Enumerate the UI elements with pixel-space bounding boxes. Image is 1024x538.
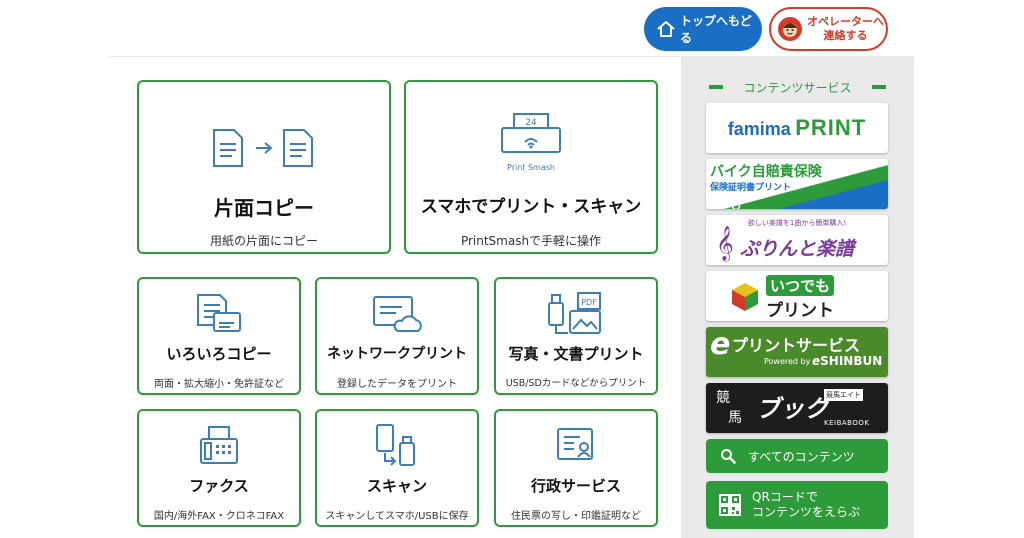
tile-subtitle: 住民票の写し・印鑑証明など (511, 511, 641, 522)
search-icon (720, 448, 736, 464)
various-copy-tile[interactable]: いろいろコピー 両面・拡大縮小・免許証など (137, 277, 301, 395)
bike-insurance-banner[interactable]: バイク自賠責保険 保険証明書プリント (706, 159, 888, 209)
service-menu: 片面コピー 用紙の片面にコピー 24 Print Smash スマホでプリント・… (110, 57, 680, 538)
famima-print-banner[interactable]: famima PRINT (706, 103, 888, 153)
kiosk-screen: トップへもどる オペレーターへ 連絡する 片面コピー 用紙の片面にコピー 24 … (0, 0, 1024, 538)
tile-title: 片面コピー (214, 196, 314, 220)
tile-subtitle: スキャンしてスマホ/USBに保存 (325, 511, 469, 522)
print-sheet-music-banner[interactable]: 欲しい楽譜を1曲から簡単購入! 𝄞 ぷりんと楽譜 (706, 215, 888, 265)
famima-print-logo: famima PRINT (706, 115, 888, 141)
sidebar-heading: コンテンツサービス (681, 77, 914, 97)
photo-document-print-tile[interactable]: PDF 写真・文書プリント USB/SDカードなどからプリント (494, 277, 658, 395)
usb-pdf-icon: PDF (546, 291, 606, 337)
motorbike-icon (712, 195, 742, 209)
e-print-powered-by: Powered by (764, 357, 811, 366)
printsmash-icon-label: Print Smash (507, 163, 555, 172)
bike-insurance-subtitle: 保険証明書プリント (710, 183, 792, 193)
e-shinbun-logo: eSHINBUN (812, 354, 882, 368)
itsudemo-line1: いつでも (766, 275, 835, 296)
scan-tile[interactable]: スキャン スキャンしてスマホ/USBに保存 (315, 409, 479, 527)
operator-icon (777, 16, 803, 42)
all-contents-label: すべてのコンテンツ (748, 449, 855, 464)
header-bar: トップへもどる オペレーターへ 連絡する (110, 0, 914, 57)
heading-bar (871, 85, 886, 89)
contact-operator-label: オペレーターへ 連絡する (807, 15, 884, 42)
home-button[interactable]: トップへもどる (644, 7, 762, 51)
smartphone-print-scan-tile[interactable]: 24 Print Smash スマホでプリント・スキャン PrintSmashで… (404, 80, 658, 254)
itsudemo-print-banner[interactable]: いつでも プリント (706, 271, 888, 321)
tile-title: ネットワークプリント (327, 346, 467, 362)
network-print-tile[interactable]: ネットワークプリント 登録したデータをプリント (315, 277, 479, 395)
tile-title: 写真・文書プリント (508, 345, 644, 363)
keiba-kanji-2: 馬 (728, 410, 742, 426)
home-button-label: トップへもどる (680, 14, 752, 45)
e-shinbun-text: SHINBUN (820, 354, 883, 368)
cloud-document-icon (370, 293, 424, 335)
keiba-book-banner[interactable]: 競 馬 ブック 競馬エイト KEIBABOOK (706, 383, 888, 433)
pdf-label: PDF (581, 298, 597, 307)
colorful-cube-icon (730, 281, 760, 313)
famima-logo-text: famima (727, 119, 791, 139)
tile-subtitle: 国内/海外FAX・クロネコFAX (153, 511, 285, 522)
contact-operator-button[interactable]: オペレーターへ 連絡する (769, 7, 888, 51)
home-icon (656, 19, 676, 39)
bike-insurance-title: バイク自賠責保険 (710, 164, 822, 180)
e-print-title: プリントサービス (732, 336, 861, 355)
tile-subtitle: USB/SDカードなどからプリント (505, 378, 647, 389)
single-side-copy-tile[interactable]: 片面コピー 用紙の片面にコピー (137, 80, 391, 254)
printsmash-icon-number: 24 (525, 118, 537, 128)
copy-arrow-icon (204, 126, 324, 170)
printsmash-icon: 24 Print Smash (496, 112, 566, 178)
keiba-book-title: ブック (756, 394, 828, 423)
sheet-music-title: ぷりんと楽譜 (740, 238, 855, 260)
e-shinbun-e: e (812, 354, 821, 368)
keiba-book-sub: KEIBABOOK (824, 419, 870, 427)
tile-subtitle: 用紙の片面にコピー (209, 234, 318, 248)
content-service-sidebar: コンテンツサービス famima PRINT バイク自賠責保険 保険証明書プリン… (681, 57, 914, 538)
fax-tile[interactable]: ファクス 国内/海外FAX・クロネコFAX (137, 409, 301, 527)
e-print-service-banner[interactable]: e プリントサービス Powered by eSHINBUN (706, 327, 888, 377)
all-contents-button[interactable]: すべてのコンテンツ (706, 439, 888, 473)
administrative-service-tile[interactable]: 行政サービス 住民票の写し・印鑑証明など (494, 409, 658, 527)
heading-bar (709, 85, 724, 89)
tile-subtitle: 登録したデータをプリント (337, 379, 457, 390)
tile-title: いろいろコピー (166, 345, 272, 363)
sidebar-heading-text: コンテンツサービス (743, 80, 852, 95)
fax-machine-icon (197, 425, 241, 467)
itsudemo-line2: プリント (766, 301, 834, 321)
tile-title: スマホでプリント・スキャン (420, 197, 642, 217)
keiba-kanji-1: 競 (716, 390, 730, 406)
certificate-icon (554, 425, 598, 467)
qr-select-button[interactable]: QRコードで コンテンツをえらぶ (706, 481, 888, 529)
tile-subtitle: 両面・拡大縮小・免許証など (154, 379, 284, 390)
print-logo-text: PRINT (795, 115, 867, 140)
scan-to-device-icon (373, 423, 421, 469)
treble-clef-icon: 𝄞 (716, 226, 734, 261)
e-logo: e (710, 327, 731, 362)
tile-title: 行政サービス (530, 477, 621, 495)
tile-title: スキャン (366, 477, 427, 495)
keiba-badge: 競馬エイト (824, 389, 863, 401)
tile-subtitle: PrintSmashで手軽に操作 (460, 234, 602, 248)
qr-code-icon (718, 493, 742, 517)
tile-title: ファクス (189, 477, 249, 495)
qr-select-label: QRコードで コンテンツをえらぶ (752, 490, 861, 519)
multi-copy-icon (194, 293, 244, 335)
